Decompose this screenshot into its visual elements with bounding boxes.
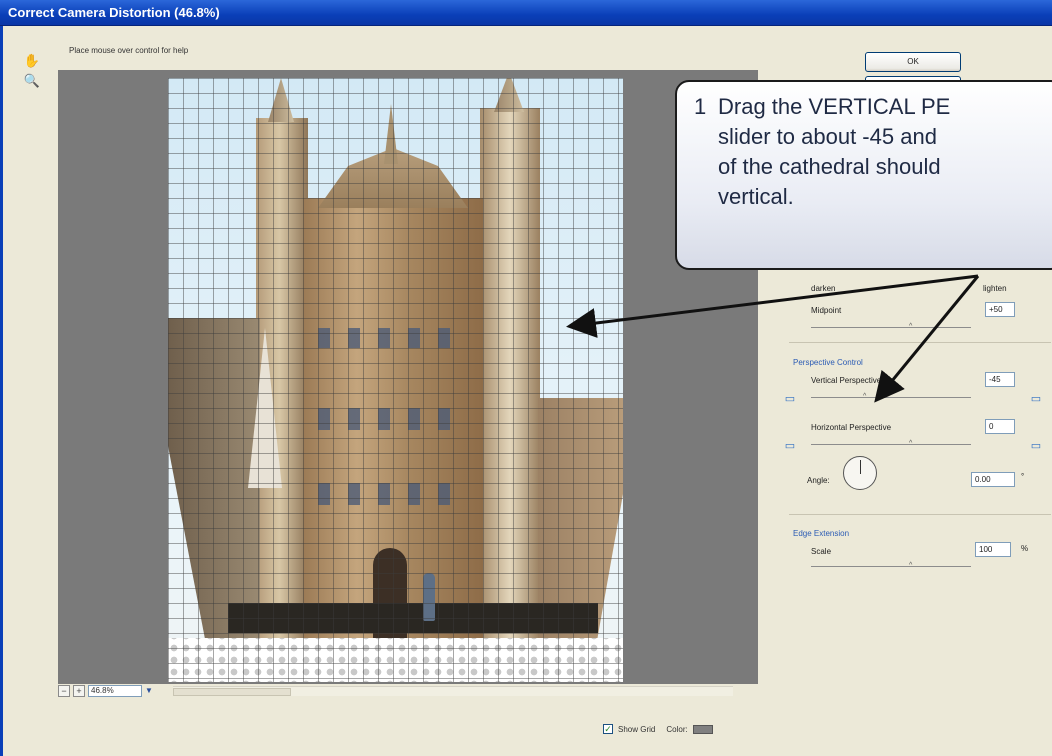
help-text: Place mouse over control for help: [69, 46, 189, 55]
group-divider: [789, 514, 1051, 515]
edge-extension-title: Edge Extension: [793, 529, 850, 538]
scale-slider-thumb[interactable]: ^: [909, 562, 915, 569]
grid-color-swatch[interactable]: [692, 724, 713, 734]
horizontal-perspective-label: Horizontal Perspective: [811, 423, 892, 432]
scale-label: Scale: [811, 547, 832, 556]
ok-button[interactable]: OK: [865, 52, 961, 72]
zoom-in-button[interactable]: +: [73, 685, 85, 697]
pedestrian: [423, 573, 435, 621]
midpoint-field[interactable]: +50: [985, 302, 1015, 317]
zoom-level-field[interactable]: 46.8%: [88, 685, 142, 697]
horizontal-scrollbar[interactable]: [173, 686, 733, 696]
image-canvas[interactable]: [168, 78, 623, 682]
callout-line-4: vertical.: [718, 184, 794, 209]
group-divider: [789, 342, 1051, 343]
horizontal-perspective-field[interactable]: 0: [985, 419, 1015, 434]
grid-options: ✓ Show Grid Color:: [603, 722, 713, 736]
vertical-perspective-icon-right: ▭: [1030, 393, 1042, 405]
color-label: Color:: [666, 724, 688, 734]
scale-slider-track[interactable]: [811, 566, 971, 567]
zoom-out-button[interactable]: −: [58, 685, 70, 697]
angle-label: Angle:: [807, 476, 830, 485]
show-grid-checkbox[interactable]: ✓: [603, 724, 613, 734]
percent-symbol: %: [1021, 544, 1029, 553]
vignette-darken-label: darken: [811, 284, 836, 293]
horizontal-perspective-slider-track[interactable]: [811, 444, 971, 445]
vertical-perspective-slider-track[interactable]: [811, 397, 971, 398]
midpoint-slider-thumb[interactable]: ^: [909, 323, 915, 330]
angle-field[interactable]: 0.00: [971, 472, 1015, 487]
perspective-control-title: Perspective Control: [793, 358, 863, 367]
title-bar: Correct Camera Distortion (46.8%): [0, 0, 1052, 26]
window-row-3: [318, 483, 468, 505]
window-row-1: [318, 328, 468, 348]
vertical-perspective-icon: ▭: [784, 393, 796, 405]
horizontal-perspective-slider-thumb[interactable]: ^: [909, 440, 915, 447]
show-grid-label: Show Grid: [618, 724, 656, 734]
zoom-icon[interactable]: 🔍: [23, 72, 41, 90]
preview-area[interactable]: [58, 70, 758, 684]
angle-dial[interactable]: [843, 456, 877, 490]
callout-step-number: 1: [694, 94, 707, 119]
midpoint-slider-track[interactable]: [811, 327, 971, 328]
chevron-down-icon[interactable]: ▼: [145, 685, 157, 697]
horizontal-perspective-icon-right: ▭: [1030, 440, 1042, 452]
hand-icon[interactable]: ✋: [23, 52, 41, 70]
fence: [228, 603, 598, 633]
vignette-lighten-label: lighten: [983, 284, 1007, 293]
vertical-perspective-slider-thumb[interactable]: ^: [863, 393, 869, 400]
horizontal-perspective-icon: ▭: [784, 440, 796, 452]
angle-needle: [860, 460, 861, 474]
callout-line-2: slider to about -45 and: [718, 124, 937, 149]
scale-field[interactable]: 100: [975, 542, 1011, 557]
callout-line-1: Drag the VERTICAL PE: [718, 94, 951, 119]
vertical-perspective-field[interactable]: -45: [985, 372, 1015, 387]
right-tower: [480, 108, 540, 638]
scrollbar-thumb[interactable]: [173, 688, 291, 696]
degree-symbol: °: [1021, 472, 1025, 481]
vertical-perspective-label: Vertical Perspective: [811, 376, 882, 385]
instruction-callout: 1 Drag the VERTICAL PE slider to about -4…: [675, 80, 1052, 270]
window-row-2: [318, 408, 468, 430]
midpoint-label: Midpoint: [811, 306, 842, 315]
callout-line-3: of the cathedral should: [718, 154, 941, 179]
